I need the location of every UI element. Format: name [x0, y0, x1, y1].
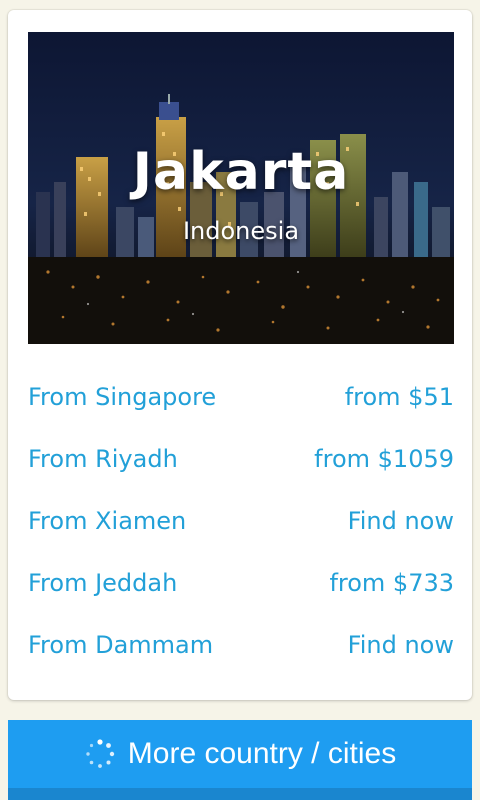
- route-row[interactable]: From Xiamen Find now: [28, 490, 454, 552]
- route-origin: From Jeddah: [28, 569, 178, 597]
- route-origin: From Dammam: [28, 631, 214, 659]
- route-price: Find now: [347, 507, 454, 535]
- route-price: from $1059: [314, 445, 454, 473]
- destination-card: Jakarta Indonesia From Singapore from $5…: [8, 10, 472, 700]
- route-row[interactable]: From Riyadh from $1059: [28, 428, 454, 490]
- more-button-label: More country / cities: [127, 737, 397, 770]
- route-list: From Singapore from $51 From Riyadh from…: [28, 366, 454, 676]
- route-row[interactable]: From Dammam Find now: [28, 614, 454, 676]
- route-origin: From Singapore: [28, 383, 217, 411]
- route-price: Find now: [347, 631, 454, 659]
- route-origin: From Xiamen: [28, 507, 187, 535]
- route-row[interactable]: From Jeddah from $733: [28, 552, 454, 614]
- route-price: from $733: [329, 569, 454, 597]
- route-origin: From Riyadh: [28, 445, 178, 473]
- city-name: Jakarta: [132, 142, 350, 202]
- spinner-icon: [86, 739, 114, 768]
- city-hero-image[interactable]: Jakarta Indonesia: [28, 32, 454, 344]
- route-row[interactable]: From Singapore from $51: [28, 366, 454, 428]
- more-country-cities-button[interactable]: More country / cities: [8, 720, 472, 800]
- country-name: Indonesia: [182, 217, 300, 245]
- route-price: from $51: [344, 383, 454, 411]
